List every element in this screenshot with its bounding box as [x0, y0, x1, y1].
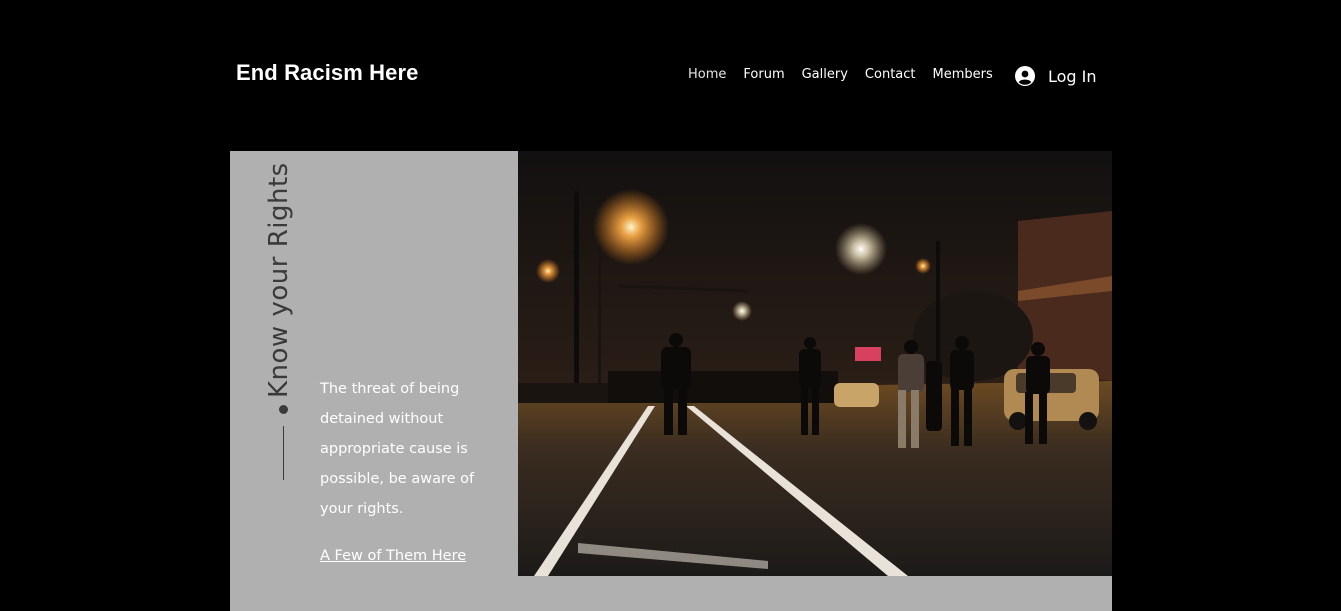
rights-link[interactable]: A Few of Them Here: [320, 548, 466, 564]
nav-item-home[interactable]: Home: [688, 67, 726, 87]
login-button[interactable]: Log In: [1015, 64, 1097, 88]
nav-item-forum[interactable]: Forum: [743, 67, 784, 87]
page: End Racism Here Home Forum Gallery Conta…: [0, 0, 1341, 611]
login-label: Log In: [1048, 66, 1097, 86]
section-title-wrap: Know your Rights: [262, 162, 296, 398]
section-description: The threat of being detained without app…: [320, 381, 475, 517]
decorative-dot: [279, 405, 288, 414]
main-nav: Home Forum Gallery Contact Members: [688, 67, 1010, 87]
site-title[interactable]: End Racism Here: [236, 60, 418, 86]
section-title: Know your Rights: [264, 162, 294, 398]
decorative-line: [283, 426, 284, 480]
nav-item-members[interactable]: Members: [933, 67, 993, 87]
nav-item-gallery[interactable]: Gallery: [802, 67, 848, 87]
nav-item-contact[interactable]: Contact: [865, 67, 916, 87]
protest-photo: [518, 151, 1112, 576]
night-street-photo-image: [518, 151, 1112, 576]
user-avatar-icon: [1015, 66, 1035, 86]
